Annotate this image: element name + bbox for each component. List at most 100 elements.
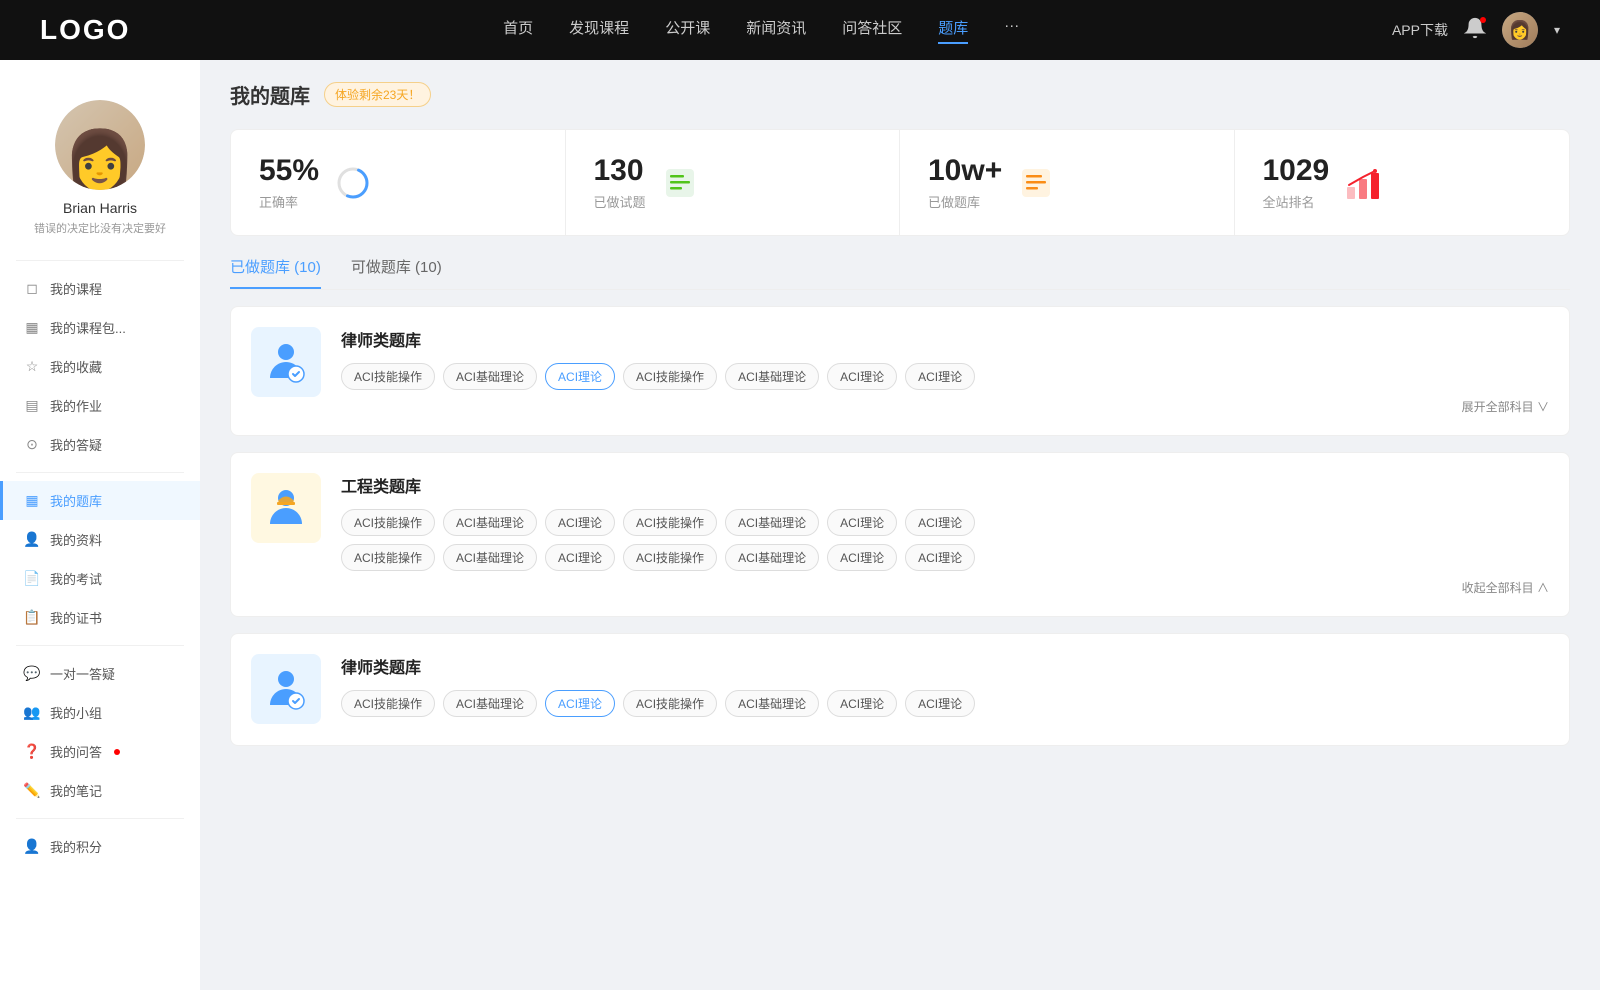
expand-link-engineer[interactable]: 收起全部科目 ∧	[341, 579, 1549, 596]
nav-qa[interactable]: 问答社区	[842, 17, 902, 44]
done-banks-icon	[1016, 163, 1056, 203]
tag-active[interactable]: ACI理论	[545, 363, 615, 390]
nav-question-bank[interactable]: 题库	[938, 17, 968, 44]
qa-icon: ⊙	[24, 437, 40, 453]
expand-link-lawyer-1[interactable]: 展开全部科目 ∨	[341, 398, 1549, 415]
tag[interactable]: ACI技能操作	[623, 544, 717, 571]
tag[interactable]: ACI理论	[545, 544, 615, 571]
stat-label-done-questions: 已做试题	[594, 192, 646, 211]
sidebar-item-label: 我的考试	[50, 569, 102, 588]
tag[interactable]: ACI技能操作	[341, 690, 435, 717]
rank-icon	[1343, 163, 1383, 203]
tag[interactable]: ACI技能操作	[341, 509, 435, 536]
lawyer-icon-2	[251, 654, 321, 724]
page-title: 我的题库	[230, 80, 310, 109]
user-menu-caret[interactable]: ▾	[1554, 23, 1560, 37]
category-content-engineer: 工程类题库 ACI技能操作 ACI基础理论 ACI理论 ACI技能操作 ACI基…	[341, 473, 1549, 596]
tag[interactable]: ACI技能操作	[623, 690, 717, 717]
sidebar-item-label: 我的资料	[50, 530, 102, 549]
tag[interactable]: ACI理论	[827, 690, 897, 717]
category-card-lawyer-1: 律师类题库 ACI技能操作 ACI基础理论 ACI理论 ACI技能操作 ACI基…	[230, 306, 1570, 436]
nav-news[interactable]: 新闻资讯	[746, 17, 806, 44]
stats-row: 55% 正确率 130 已做试题	[230, 129, 1570, 236]
tag[interactable]: ACI理论	[827, 544, 897, 571]
tag[interactable]: ACI基础理论	[443, 690, 537, 717]
sidebar-item-exam[interactable]: 📄 我的考试	[0, 559, 200, 598]
tag[interactable]: ACI基础理论	[725, 509, 819, 536]
tag[interactable]: ACI理论	[545, 509, 615, 536]
tag[interactable]: ACI基础理论	[725, 690, 819, 717]
sidebar-item-label: 我的积分	[50, 837, 102, 856]
sidebar-avatar-container: 👩	[55, 100, 145, 190]
sidebar-item-one-to-one[interactable]: 💬 一对一答疑	[0, 654, 200, 693]
tag[interactable]: ACI理论	[905, 363, 975, 390]
sidebar-item-label: 我的课程包...	[50, 318, 126, 337]
tab-row: 已做题库 (10) 可做题库 (10)	[230, 256, 1570, 290]
stat-label-rank: 全站排名	[1263, 192, 1330, 211]
sidebar-item-qa[interactable]: ⊙ 我的答疑	[0, 425, 200, 464]
tag-active[interactable]: ACI理论	[545, 690, 615, 717]
logo: LOGO	[40, 14, 130, 46]
tag[interactable]: ACI基础理论	[725, 363, 819, 390]
stat-label-correct-rate: 正确率	[259, 192, 319, 211]
avatar[interactable]: 👩	[1502, 12, 1538, 48]
sidebar-item-points[interactable]: 👤 我的积分	[0, 827, 200, 866]
sidebar-item-group[interactable]: 👥 我的小组	[0, 693, 200, 732]
nav-more[interactable]: ···	[1004, 17, 1019, 44]
tag[interactable]: ACI理论	[905, 509, 975, 536]
done-questions-icon	[660, 163, 700, 203]
sidebar-item-label: 我的问答	[50, 742, 102, 761]
correct-rate-icon	[333, 163, 373, 203]
sidebar-item-course-package[interactable]: ▦ 我的课程包...	[0, 308, 200, 347]
stat-rank: 1029 全站排名	[1235, 130, 1570, 235]
sidebar-item-favorites[interactable]: ☆ 我的收藏	[0, 347, 200, 386]
app-download-link[interactable]: APP下载	[1392, 20, 1448, 40]
sidebar-item-notes[interactable]: ✏️ 我的笔记	[0, 771, 200, 810]
one-to-one-icon: 💬	[24, 666, 40, 682]
stat-text-done-questions: 130 已做试题	[594, 154, 646, 211]
stat-text-done-banks: 10w+ 已做题库	[928, 154, 1002, 211]
tag[interactable]: ACI技能操作	[341, 363, 435, 390]
nav-discover[interactable]: 发现课程	[569, 17, 629, 44]
notes-icon: ✏️	[24, 783, 40, 799]
category-title-engineer: 工程类题库	[341, 473, 1549, 497]
tab-done-banks[interactable]: 已做题库 (10)	[230, 256, 321, 289]
sidebar-item-homework[interactable]: ▤ 我的作业	[0, 386, 200, 425]
sidebar-divider-4	[16, 818, 184, 819]
user-motto: 错误的决定比没有决定要好	[0, 220, 200, 236]
tag[interactable]: ACI基础理论	[443, 544, 537, 571]
tab-available-banks[interactable]: 可做题库 (10)	[351, 256, 442, 289]
notification-dot	[1480, 17, 1486, 23]
category-title-lawyer-2: 律师类题库	[341, 654, 1549, 678]
sidebar-item-my-data[interactable]: 👤 我的资料	[0, 520, 200, 559]
sidebar-item-label: 我的笔记	[50, 781, 102, 800]
tag[interactable]: ACI基础理论	[725, 544, 819, 571]
tag-row-lawyer-1: ACI技能操作 ACI基础理论 ACI理论 ACI技能操作 ACI基础理论 AC…	[341, 363, 1549, 390]
stat-text-rank: 1029 全站排名	[1263, 154, 1330, 211]
sidebar-item-my-course[interactable]: ◻ 我的课程	[0, 269, 200, 308]
tag[interactable]: ACI理论	[905, 690, 975, 717]
tag[interactable]: ACI技能操作	[623, 363, 717, 390]
sidebar-item-question-bank[interactable]: ▦ 我的题库	[0, 481, 200, 520]
sidebar-item-my-questions[interactable]: ❓ 我的问答	[0, 732, 200, 771]
homework-icon: ▤	[24, 398, 40, 414]
sidebar-divider-2	[16, 472, 184, 473]
sidebar-divider-1	[16, 260, 184, 261]
notification-bell[interactable]	[1464, 17, 1486, 44]
tag[interactable]: ACI理论	[905, 544, 975, 571]
tag[interactable]: ACI技能操作	[341, 544, 435, 571]
sidebar-item-label: 我的证书	[50, 608, 102, 627]
tag[interactable]: ACI理论	[827, 509, 897, 536]
tag[interactable]: ACI基础理论	[443, 363, 537, 390]
stat-value-done-banks: 10w+	[928, 154, 1002, 188]
nav-home[interactable]: 首页	[503, 17, 533, 44]
sidebar-item-label: 我的课程	[50, 279, 102, 298]
sidebar-item-certificate[interactable]: 📋 我的证书	[0, 598, 200, 637]
tag[interactable]: ACI基础理论	[443, 509, 537, 536]
nav-open-course[interactable]: 公开课	[665, 17, 710, 44]
tag[interactable]: ACI技能操作	[623, 509, 717, 536]
stat-text-correct-rate: 55% 正确率	[259, 154, 319, 211]
tag[interactable]: ACI理论	[827, 363, 897, 390]
stat-done-banks: 10w+ 已做题库	[900, 130, 1235, 235]
certificate-icon: 📋	[24, 610, 40, 626]
